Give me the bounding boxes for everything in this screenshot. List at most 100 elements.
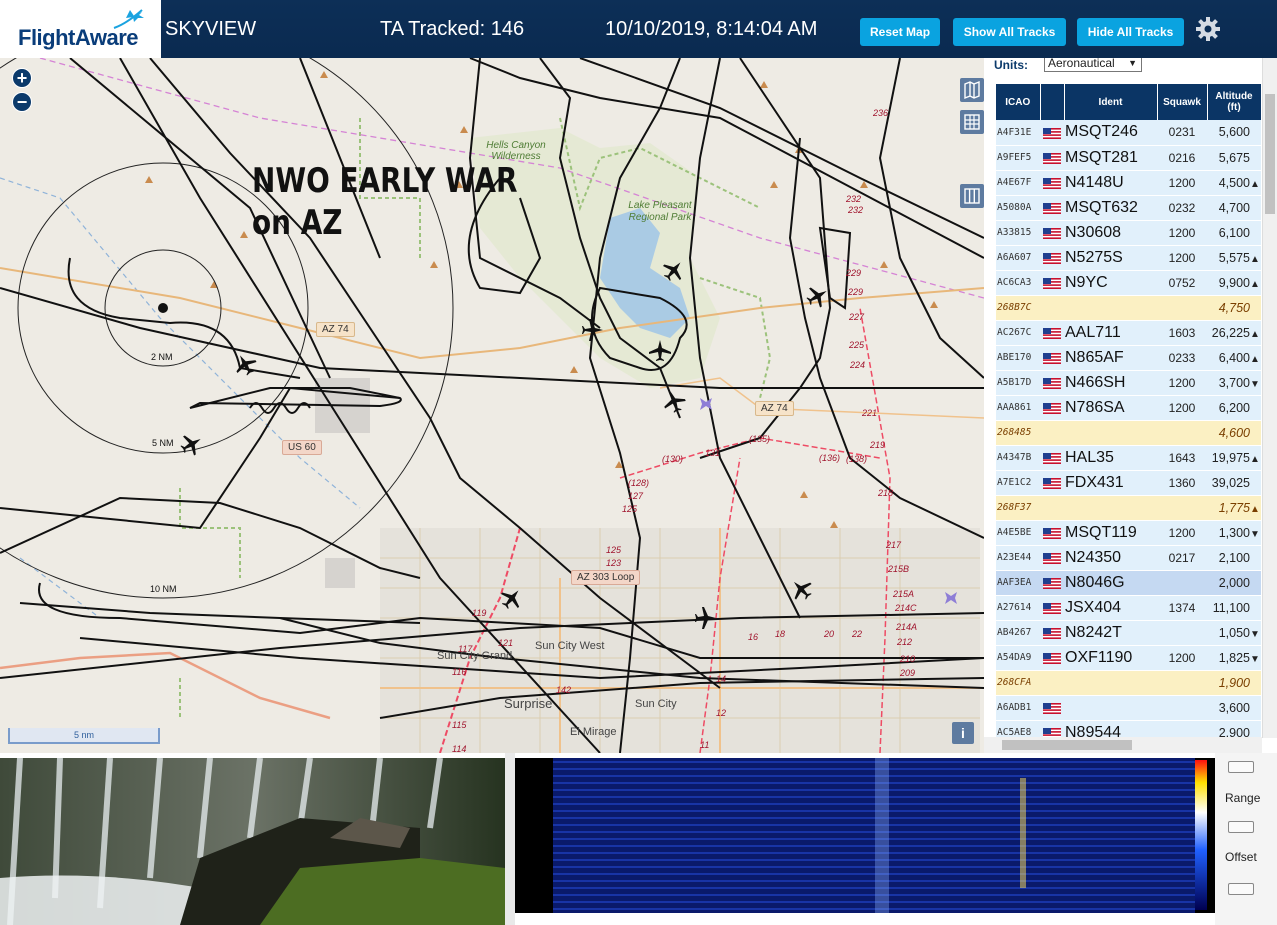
route-number-label: 131 <box>705 448 721 458</box>
route-number-label: 236 <box>873 108 889 118</box>
column-header-ident[interactable]: Ident <box>1064 84 1158 120</box>
offset-slider-bottom[interactable] <box>1228 883 1254 895</box>
table-row[interactable]: A4E5BE MSQT119 1200 1,300▼ <box>996 520 1261 546</box>
flag-cell <box>1040 695 1064 721</box>
altitude-cell: 1,050▼ <box>1207 620 1261 646</box>
column-header-flag[interactable] <box>1040 84 1065 120</box>
route-number-label: (135) <box>749 434 771 444</box>
map-view[interactable]: 236 232 232 229 229 227 225 224 221 219 218 217 215B… <box>0 58 984 753</box>
map-layers-icon[interactable] <box>960 78 984 102</box>
route-number-label: 221 <box>862 408 878 418</box>
table-row[interactable]: AC6CA3 N9YC 0752 9,900▲ <box>996 270 1261 296</box>
spectrum-controls: Range Offset <box>1215 753 1277 925</box>
us-flag-icon <box>1043 600 1061 615</box>
table-row[interactable]: AB4267 N8242T 1,050▼ <box>996 620 1261 646</box>
altitude-trend-icon: ▲ <box>1250 253 1260 265</box>
icao-cell: AAF3EA <box>996 570 1040 596</box>
zoom-out-icon[interactable]: − <box>12 92 32 112</box>
table-row[interactable]: ABE170 N865AF 0233 6,400▲ <box>996 345 1261 371</box>
range-slider-top[interactable] <box>1228 761 1254 773</box>
grid-icon[interactable] <box>960 110 984 134</box>
panel-horizontal-scrollbar[interactable] <box>984 737 1262 753</box>
route-number-label: 232 <box>846 194 862 204</box>
altitude-cell: 5,575▲ <box>1207 245 1261 271</box>
ident-cell: N24350 <box>1064 545 1157 571</box>
ident-cell: AAL711 <box>1064 320 1157 346</box>
us-flag-icon <box>1043 200 1061 215</box>
table-row[interactable]: AAF3EA N8046G 2,000 <box>996 570 1261 596</box>
table-row[interactable]: A4F31E MSQT246 0231 5,600 <box>996 120 1261 146</box>
squawk-cell: 1374 <box>1157 595 1207 621</box>
info-icon[interactable]: i <box>952 722 974 744</box>
ident-cell: MSQT246 <box>1064 120 1157 146</box>
place-label-sun-city-grand: Sun City Grand <box>437 650 513 662</box>
table-row[interactable]: A33815 N30608 1200 6,100 <box>996 220 1261 246</box>
scrollbar-thumb[interactable] <box>1265 94 1275 214</box>
table-row[interactable]: 268F37 1,775▲ <box>996 495 1261 521</box>
place-label-sun-city: Sun City <box>635 698 677 710</box>
table-row[interactable]: A9FEF5 MSQT281 0216 5,675 <box>996 145 1261 171</box>
table-row[interactable]: A4347B HAL35 1643 19,975▲ <box>996 445 1261 471</box>
ident-cell: FDX431 <box>1064 470 1157 496</box>
units-select[interactable]: Aeronautical ▼ <box>1044 58 1142 72</box>
place-label-sun-city-west: Sun City West <box>535 640 605 652</box>
table-row[interactable]: A7E1C2 FDX431 1360 39,025 <box>996 470 1261 496</box>
flag-cell <box>1040 570 1064 596</box>
clock: 10/10/2019, 8:14:04 AM <box>605 18 818 40</box>
icao-cell: A27614 <box>996 595 1040 621</box>
gear-icon[interactable] <box>1195 16 1221 42</box>
altitude-value: 39,025 <box>1211 475 1250 490</box>
table-row[interactable]: A23E44 N24350 0217 2,100 <box>996 545 1261 571</box>
table-row[interactable]: A5080A MSQT632 0232 4,700 <box>996 195 1261 221</box>
column-header-altitude[interactable]: Altitude (ft) <box>1207 84 1262 120</box>
scrollbar-thumb-horizontal[interactable] <box>1002 740 1132 750</box>
altitude-value: 4,750 <box>1218 300 1250 315</box>
zoom-in-icon[interactable]: + <box>12 68 32 88</box>
flightaware-logo[interactable]: FlightAware <box>0 0 161 58</box>
table-row[interactable]: 268CFA 1,900 <box>996 670 1261 696</box>
squawk-cell <box>1157 295 1207 321</box>
table-row[interactable]: A5B17D N466SH 1200 3,700▼ <box>996 370 1261 396</box>
reset-map-button[interactable]: Reset Map <box>860 18 940 46</box>
show-all-tracks-button[interactable]: Show All Tracks <box>953 18 1066 46</box>
hide-all-tracks-button[interactable]: Hide All Tracks <box>1077 18 1184 46</box>
route-number-label: 127 <box>628 491 644 501</box>
altitude-value: 6,400 <box>1218 350 1250 365</box>
altitude-cell: 1,900 <box>1207 670 1261 696</box>
table-row[interactable]: A27614 JSX404 1374 11,100 <box>996 595 1261 621</box>
squawk-cell: 0752 <box>1157 270 1207 296</box>
altitude-trend-icon: ▲ <box>1250 328 1260 340</box>
table-row[interactable]: A4E67F N4148U 1200 4,500▲ <box>996 170 1261 196</box>
column-header-icao[interactable]: ICAO <box>996 84 1041 120</box>
squawk-cell: 0233 <box>1157 345 1207 371</box>
route-number-label: (128) <box>628 478 650 488</box>
panel-vertical-scrollbar[interactable] <box>1262 58 1277 738</box>
route-number-label: 214A <box>896 622 918 632</box>
us-flag-icon <box>1043 625 1061 640</box>
ident-cell: OXF1190 <box>1064 645 1157 671</box>
flag-cell <box>1040 395 1064 421</box>
table-row[interactable]: A54DA9 OXF1190 1200 1,825▼ <box>996 645 1261 671</box>
altitude-value: 1,825 <box>1218 650 1250 665</box>
table-row[interactable]: AAA861 N786SA 1200 6,200 <box>996 395 1261 421</box>
flag-cell <box>1040 595 1064 621</box>
table-row[interactable]: 268485 4,600 <box>996 420 1261 446</box>
table-row[interactable]: A6A607 N5275S 1200 5,575▲ <box>996 245 1261 271</box>
squawk-cell: 1360 <box>1157 470 1207 496</box>
ident-cell <box>1064 495 1157 521</box>
table-row[interactable]: A6ADB1 3,600 <box>996 695 1261 721</box>
route-number-label: 115 <box>452 720 467 730</box>
squawk-cell <box>1157 695 1207 721</box>
altitude-trend-icon: ▼ <box>1250 628 1260 640</box>
range-ring-label-5nm: 5 NM <box>152 438 174 448</box>
altitude-value: 1,050 <box>1218 625 1250 640</box>
route-number-label: 217 <box>886 540 902 550</box>
icao-cell: 268CFA <box>996 670 1040 696</box>
table-row[interactable]: AC267C AAL711 1603 26,225▲ <box>996 320 1261 346</box>
offset-slider-top[interactable] <box>1228 821 1254 833</box>
ident-cell: MSQT281 <box>1064 145 1157 171</box>
column-header-squawk[interactable]: Squawk <box>1157 84 1208 120</box>
flag-cell <box>1040 620 1064 646</box>
table-row[interactable]: 268B7C 4,750 <box>996 295 1261 321</box>
columns-icon[interactable] <box>960 184 984 208</box>
